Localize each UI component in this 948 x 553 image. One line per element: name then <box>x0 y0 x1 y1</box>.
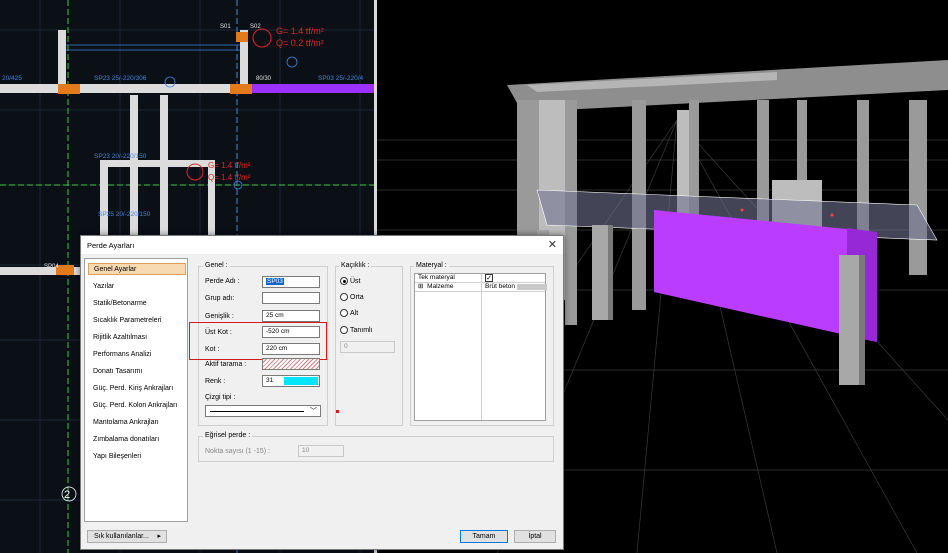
renk-picker[interactable]: 31 <box>262 375 320 387</box>
materyal-group-label: Materyal : <box>414 262 449 269</box>
cizgi-tipi-select[interactable]: ﹀ <box>205 405 321 417</box>
chevron-right-icon: ▸ <box>157 533 161 540</box>
genislik-input[interactable]: 25 cm <box>262 310 320 322</box>
perde-adi-value: SP03 <box>266 278 284 285</box>
nokta-sayisi-label: Nokta sayısı (1 -15) : <box>205 448 270 455</box>
perde-ayarlari-dialog: Perde Ayarları ✕ Genel Ayarlar Yazılar S… <box>80 235 564 550</box>
malzeme-label: Malzeme <box>427 283 454 290</box>
radio-orta-label: Orta <box>350 293 364 301</box>
settings-nav: Genel Ayarlar Yazılar Statik/Betonarme S… <box>84 258 188 522</box>
nav-item-mantolama[interactable]: Mantolama Ankrajları <box>88 417 186 429</box>
load-mid-g: G= 1.4 tf/m² <box>208 161 251 170</box>
radio-ust-label: Üst <box>350 277 361 285</box>
radio-dot <box>340 326 348 334</box>
sik-kullanilanlar-label: Sık kullanılanlar... <box>94 533 149 540</box>
radio-alt[interactable]: Alt <box>340 309 358 317</box>
load-mid-q: Q= 1.4 tf/m² <box>208 173 251 182</box>
genislik-label: Genişlik : <box>205 313 234 320</box>
iptal-button[interactable]: İptal <box>514 530 556 543</box>
malzeme-dropdown[interactable] <box>517 284 547 290</box>
kaciklik-group-label: Kaçıklık : <box>339 262 372 269</box>
beam-label-a: SP03 25/-220/4 <box>318 75 364 82</box>
tamam-button[interactable]: Tamam <box>460 530 508 543</box>
nav-item-genel-ayarlar[interactable]: Genel Ayarlar <box>88 263 186 275</box>
nav-item-statik-betonarme[interactable]: Statik/Betonarme <box>88 298 186 310</box>
perde-adi-input[interactable]: SP03 <box>262 276 320 288</box>
malzeme-value: Brüt beton <box>485 283 515 290</box>
grup-adi-input[interactable] <box>262 292 320 304</box>
close-icon[interactable]: ✕ <box>548 238 557 251</box>
beam-label-c: SP23 25/-220/306 <box>94 75 147 82</box>
nav-item-kiris-ankraj[interactable]: Güç. Perd. Kiriş Ankrajları <box>88 383 186 395</box>
radio-alt-label: Alt <box>350 309 359 317</box>
beam-label-left: 20/425 <box>2 75 22 82</box>
radio-tanimli-label: Tanımlı <box>350 326 373 334</box>
renk-swatch <box>284 377 318 385</box>
egrisel-perde-label: Eğrisel perde : <box>203 432 253 439</box>
aktif-tarama-swatch[interactable] <box>262 358 320 370</box>
genel-group-label: Genel : <box>203 262 230 269</box>
radio-ust[interactable]: Üst <box>340 277 361 285</box>
load-top-q: Q= 0.2 tf/m² <box>276 38 324 48</box>
perde-adi-label: Perde Adı : <box>205 278 240 285</box>
kaciklik-value-input[interactable]: 0 <box>340 341 395 353</box>
label-s04: SP04 <box>44 264 59 270</box>
expand-icon[interactable]: ⊞ <box>418 283 423 290</box>
nav-item-yazilar[interactable]: Yazılar <box>88 281 186 293</box>
tek-materyal-label: Tek materyal <box>418 274 455 281</box>
cizgi-tipi-label: Çizgi tipi : <box>205 394 236 401</box>
radio-orta[interactable]: Orta <box>340 293 364 301</box>
cad-application: S01 S02 G= 1.4 tf/m² Q= 0.2 tf/m² G= 1.4… <box>0 0 948 553</box>
beam-label-g: SP25 20/-220/150 <box>98 211 151 218</box>
nav-item-zimbalama[interactable]: Zımbalama donatıları <box>88 434 186 446</box>
nokta-sayisi-input[interactable]: 10 <box>298 445 344 457</box>
renk-label: Renk : <box>205 378 226 385</box>
radio-dot <box>340 309 348 317</box>
grup-adi-label: Grup adı: <box>205 295 235 302</box>
nav-item-performans[interactable]: Performans Analizi <box>88 349 186 361</box>
load-top-g: G= 1.4 tf/m² <box>276 26 324 36</box>
nav-item-kolon-ankraj[interactable]: Güç. Perd. Kolon Ankrajları <box>88 400 186 412</box>
nav-item-donati[interactable]: Donatı Tasarımı <box>88 366 186 378</box>
nav-item-sicaklik[interactable]: Sıcaklık Parametreleri <box>88 315 186 327</box>
materyal-row-tek: Tek materyal ✓ <box>415 274 545 283</box>
renk-value: 31 <box>266 377 274 384</box>
label-s01: S01 <box>220 24 231 30</box>
materyal-table: Tek materyal ✓ ⊞ Malzeme Brüt beton <box>414 273 547 421</box>
highlight-box <box>189 322 327 360</box>
beam-label-e: SP23 20/-220/150 <box>94 153 147 160</box>
sik-kullanilanlar-button[interactable]: Sık kullanılanlar... ▸ <box>87 530 167 543</box>
radio-tanimli[interactable]: Tanımlı <box>340 326 373 334</box>
dialog-titlebar[interactable]: Perde Ayarları ✕ <box>81 236 563 254</box>
dim-label-1: 80/30 <box>256 76 272 82</box>
aktif-tarama-label: Aktif tarama : <box>205 361 247 368</box>
nav-item-yapi-bilesenleri[interactable]: Yapı Bileşenleri <box>88 451 186 463</box>
radio-dot <box>340 293 348 301</box>
materyal-row-malzeme[interactable]: ⊞ Malzeme Brüt beton <box>415 283 547 292</box>
tek-materyal-checkbox[interactable]: ✓ <box>485 274 493 282</box>
marker-dot <box>336 410 339 413</box>
chevron-down-icon: ﹀ <box>310 408 317 415</box>
radio-dot <box>340 277 348 285</box>
label-s02: S02 <box>250 24 261 30</box>
dialog-title: Perde Ayarları <box>87 240 135 250</box>
nav-item-rijitlik[interactable]: Rijitlik Azaltılması <box>88 332 186 344</box>
